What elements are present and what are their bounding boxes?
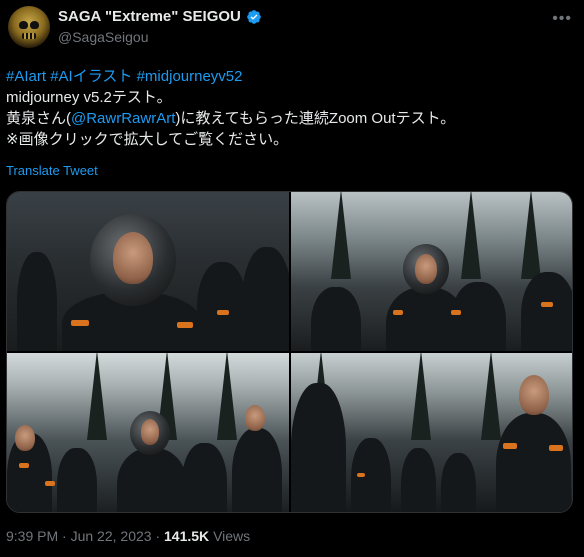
tweet-time[interactable]: 9:39 PM [6, 528, 58, 544]
background-figure [17, 252, 57, 351]
suit-accent [502, 443, 517, 449]
face [245, 405, 265, 431]
tree [217, 353, 237, 441]
suit-body [385, 287, 466, 351]
views-label: Views [213, 528, 251, 544]
hashtag-link[interactable]: #AIイラスト [50, 68, 132, 85]
tree [480, 353, 501, 441]
author-display-name[interactable]: SAGA "Extreme" SEIGOU [58, 8, 241, 25]
verified-badge-icon [247, 9, 261, 24]
tree [330, 192, 351, 280]
face [141, 419, 159, 445]
tweet-text-fragment: )に教えてもらった連続Zoom Outテスト。 [175, 110, 456, 127]
background-figure [57, 448, 97, 512]
background-figure [197, 262, 247, 351]
meta-separator: · [155, 528, 161, 544]
background-figure [520, 272, 572, 351]
media-image[interactable] [7, 192, 289, 351]
hashtag-link[interactable]: #midjourneyv52 [137, 68, 243, 85]
hashtag-line: #AIart #AIイラスト #midjourneyv52 [6, 66, 576, 87]
avatar-skull-eye [19, 21, 28, 29]
media-image[interactable] [290, 353, 572, 512]
background-figure [310, 287, 361, 351]
tree [410, 353, 431, 441]
views-count: 141.5K [164, 528, 210, 544]
suit-accent [71, 320, 89, 326]
avatar[interactable] [8, 6, 50, 48]
tweet-meta: 9:39 PM · Jun 22, 2023 · 141.5K Views [6, 528, 250, 544]
suit-body [117, 448, 187, 512]
tweet-line: 黄泉さん(@RawrRawrArt)に教えてもらった連続Zoom Outテスト。 [6, 108, 576, 129]
tree [520, 192, 541, 280]
mention-link[interactable]: @RawrRawrArt [71, 110, 175, 127]
face [518, 375, 549, 415]
suit-accent [45, 481, 55, 486]
background-figure [182, 443, 227, 512]
more-options-icon[interactable]: ••• [552, 10, 572, 28]
face [113, 232, 153, 284]
face [15, 425, 35, 451]
suit-accent [19, 463, 29, 468]
author-name-row: SAGA "Extreme" SEIGOU [58, 8, 262, 25]
tree [460, 192, 481, 280]
avatar-skull-jaw [22, 33, 36, 39]
tweet-text-fragment: 黄泉さん( [6, 110, 71, 127]
media-image[interactable] [290, 192, 572, 351]
media-image[interactable] [7, 353, 289, 512]
background-figure [290, 383, 346, 512]
suit-accent [392, 310, 403, 315]
translate-tweet-link[interactable]: Translate Tweet [6, 163, 98, 178]
tweet-line: midjourney v5.2テスト。 [6, 89, 172, 106]
author-handle[interactable]: @SagaSeigou [58, 29, 149, 45]
hashtag-link[interactable]: #AIart [6, 68, 46, 85]
media-grid [6, 191, 573, 513]
tweet-header: SAGA "Extreme" SEIGOU @SagaSeigou ••• [8, 6, 576, 50]
background-figure [440, 453, 476, 512]
suit-body [495, 413, 571, 512]
suit-accent [540, 302, 553, 307]
background-figure [242, 247, 289, 351]
face [414, 254, 437, 284]
suit-accent [217, 310, 229, 315]
tweet-line: ※画像クリックで拡大してご覧ください。 [6, 131, 289, 148]
tweet-text: #AIart #AIイラスト #midjourneyv52 midjourney… [6, 66, 576, 150]
suit-accent [356, 473, 365, 477]
suit-accent [450, 310, 461, 315]
background-figure [400, 448, 436, 512]
tree [87, 353, 107, 441]
background-figure [232, 428, 282, 512]
avatar-skull-eye [30, 21, 39, 29]
suit-accent [548, 445, 563, 451]
meta-separator: · [62, 528, 67, 544]
suit-accent [177, 322, 193, 328]
tweet-date[interactable]: Jun 22, 2023 [71, 528, 152, 544]
